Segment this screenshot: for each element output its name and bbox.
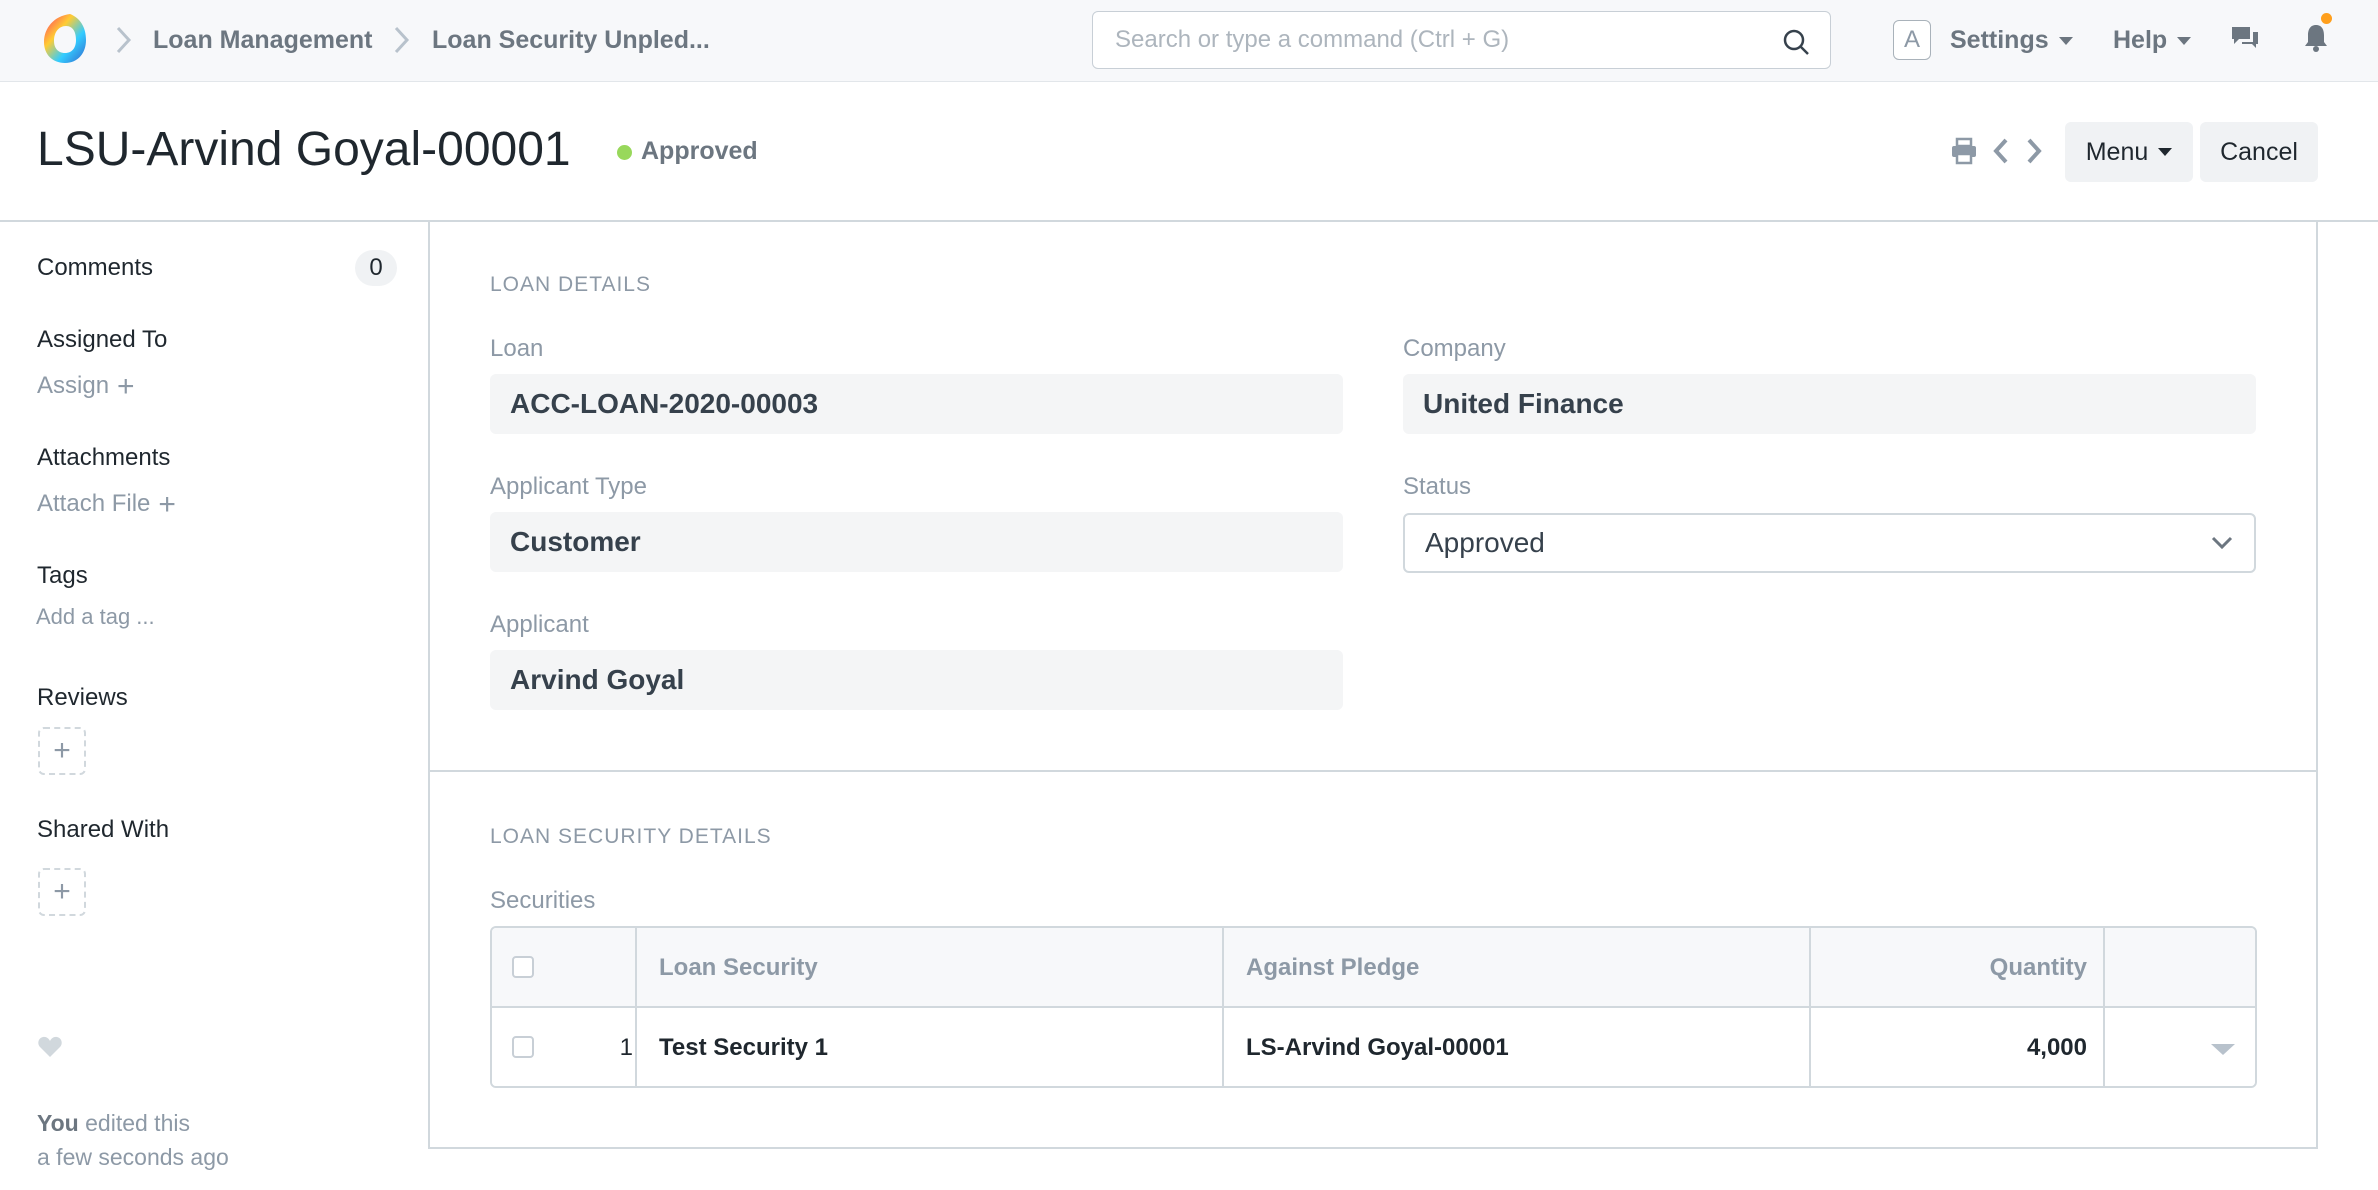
caret-down-icon bbox=[2177, 37, 2192, 46]
edit-activity-time: a few seconds ago bbox=[37, 1144, 229, 1170]
applicant-field[interactable]: Arvind Goyal bbox=[490, 650, 1343, 710]
applicant-type-field-label: Applicant Type bbox=[490, 473, 647, 500]
attach-file-link[interactable]: Attach File + bbox=[37, 488, 176, 522]
column-divider bbox=[2103, 928, 2105, 1086]
table-header-row: Loan Security Against Pledge Quantity bbox=[492, 928, 2255, 1008]
applicant-field-label: Applicant bbox=[490, 611, 589, 638]
bell-icon[interactable] bbox=[2300, 22, 2332, 54]
comments-count-badge: 0 bbox=[355, 250, 397, 286]
cell-loan-security[interactable]: Test Security 1 bbox=[659, 1034, 828, 1062]
securities-table: Loan Security Against Pledge Quantity 1 … bbox=[490, 926, 2257, 1088]
notification-dot bbox=[2321, 13, 2332, 24]
caret-down-icon bbox=[2058, 37, 2073, 46]
applicant-type-field[interactable]: Customer bbox=[490, 512, 1343, 572]
edit-action: edited this bbox=[78, 1110, 190, 1136]
chevron-left-icon[interactable] bbox=[1990, 136, 2012, 166]
sidebar-attachments-label: Attachments bbox=[37, 444, 171, 471]
plus-icon: + bbox=[117, 370, 135, 403]
search-icon[interactable] bbox=[1782, 28, 1810, 56]
table-row[interactable]: 1 Test Security 1 LS-Arvind Goyal-00001 … bbox=[492, 1008, 2255, 1086]
chevron-down-icon bbox=[2211, 536, 2233, 550]
search-box bbox=[1092, 11, 1831, 69]
securities-table-label: Securities bbox=[490, 887, 596, 914]
chevron-right-icon bbox=[116, 26, 132, 54]
edit-actor: You bbox=[37, 1110, 79, 1136]
loan-field[interactable]: ACC-LOAN-2020-00003 bbox=[490, 374, 1343, 434]
page-title: LSU-Arvind Goyal-00001 bbox=[37, 123, 571, 176]
breadcrumb-loan-management[interactable]: Loan Management bbox=[153, 26, 372, 55]
column-divider bbox=[1222, 928, 1224, 1086]
select-all-checkbox[interactable] bbox=[512, 956, 534, 978]
row-checkbox[interactable] bbox=[512, 1036, 534, 1058]
loan-field-label: Loan bbox=[490, 335, 544, 362]
section-title-loan-details: LOAN DETAILS bbox=[490, 273, 651, 296]
printer-icon[interactable] bbox=[1949, 136, 1979, 166]
column-divider bbox=[1809, 928, 1811, 1086]
cell-quantity[interactable]: 4,000 bbox=[2027, 1034, 2087, 1062]
search-input[interactable] bbox=[1115, 24, 1775, 56]
app-logo-icon[interactable] bbox=[40, 10, 90, 66]
status-field-label: Status bbox=[1403, 473, 1472, 500]
status-select[interactable]: Approved bbox=[1403, 513, 2256, 573]
plus-icon: + bbox=[158, 488, 176, 521]
cell-against-pledge[interactable]: LS-Arvind Goyal-00001 bbox=[1246, 1034, 1509, 1062]
add-tag-link[interactable]: Add a tag ... bbox=[36, 604, 155, 630]
status-badge: Approved bbox=[641, 137, 758, 165]
status-select-value: Approved bbox=[1425, 527, 1545, 558]
cancel-button[interactable]: Cancel bbox=[2200, 122, 2318, 182]
help-dropdown[interactable]: Help bbox=[2113, 26, 2192, 55]
heart-icon[interactable] bbox=[37, 1034, 63, 1060]
assign-label: Assign bbox=[37, 372, 110, 399]
chevron-right-icon bbox=[394, 26, 410, 54]
add-review-button[interactable]: + bbox=[38, 727, 86, 775]
menu-button-label: Menu bbox=[2085, 137, 2149, 166]
row-index: 1 bbox=[619, 1034, 633, 1061]
column-header-quantity[interactable]: Quantity bbox=[1990, 954, 2087, 982]
column-header-loan-security[interactable]: Loan Security bbox=[659, 954, 818, 982]
edit-activity-line: You edited this bbox=[37, 1110, 190, 1137]
section-divider bbox=[428, 770, 2318, 772]
assign-link[interactable]: Assign + bbox=[37, 370, 135, 404]
navbar: Loan Management Loan Security Unpled... … bbox=[0, 0, 2378, 82]
settings-dropdown[interactable]: Settings bbox=[1950, 26, 2073, 55]
chevron-right-icon[interactable] bbox=[2023, 136, 2045, 166]
sidebar-assigned-to-label: Assigned To bbox=[37, 326, 168, 353]
sidebar-tags-label: Tags bbox=[37, 562, 88, 589]
breadcrumb-loan-security-unpledge[interactable]: Loan Security Unpled... bbox=[432, 26, 710, 55]
menu-button[interactable]: Menu bbox=[2065, 122, 2193, 182]
add-share-button[interactable]: + bbox=[38, 868, 86, 916]
chat-icon[interactable] bbox=[2229, 22, 2261, 54]
column-divider bbox=[635, 928, 637, 1086]
sidebar-comments-label[interactable]: Comments bbox=[37, 254, 153, 282]
settings-label: Settings bbox=[1950, 26, 2049, 54]
attach-file-label: Attach File bbox=[37, 490, 151, 517]
help-label: Help bbox=[2113, 26, 2168, 54]
sidebar-reviews-label: Reviews bbox=[37, 684, 128, 711]
avatar[interactable]: A bbox=[1893, 20, 1931, 60]
row-menu-caret-icon[interactable] bbox=[2211, 1044, 2235, 1055]
status-indicator bbox=[617, 145, 632, 160]
company-field-label: Company bbox=[1403, 335, 1506, 362]
column-header-against-pledge[interactable]: Against Pledge bbox=[1246, 954, 1419, 982]
section-title-loan-security-details: LOAN SECURITY DETAILS bbox=[490, 825, 772, 848]
company-field[interactable]: United Finance bbox=[1403, 374, 2256, 434]
sidebar-shared-with-label: Shared With bbox=[37, 816, 170, 843]
caret-down-icon bbox=[2158, 148, 2173, 156]
